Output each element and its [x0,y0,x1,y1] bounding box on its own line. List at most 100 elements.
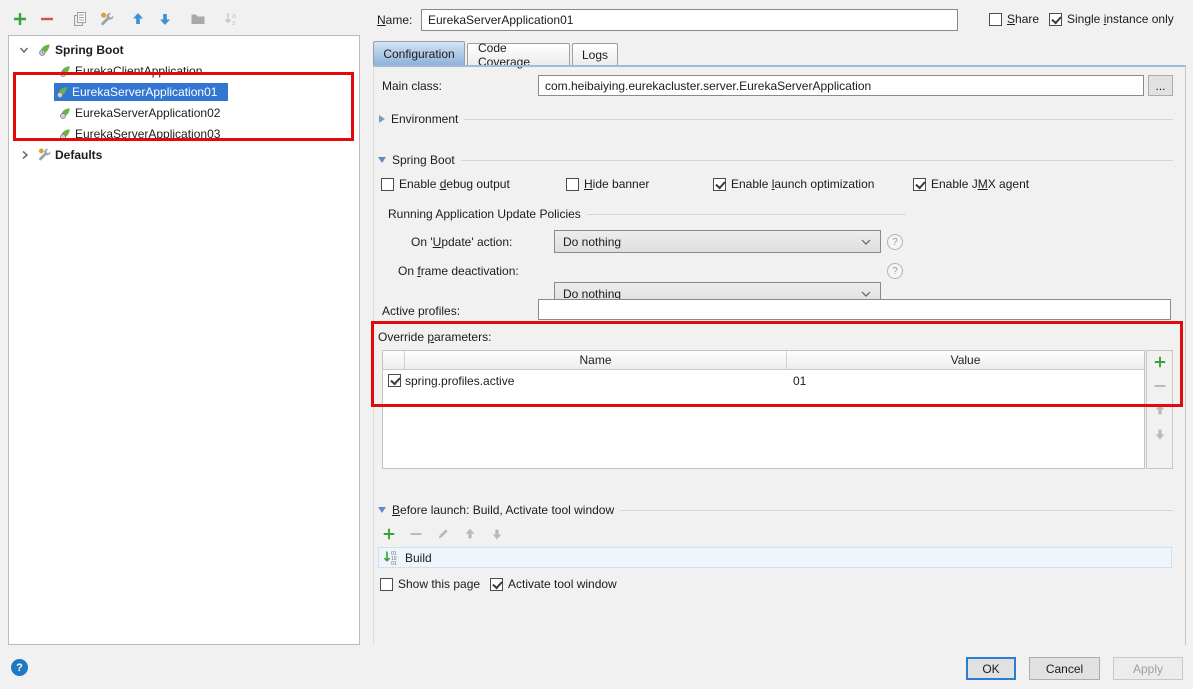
expanded-triangle-icon[interactable] [378,507,386,513]
share-checkbox-label: Share [1007,12,1039,26]
single-instance-checkbox[interactable]: Single instance only [1049,12,1174,26]
configurations-tree: Spring Boot EurekaClientApplication Eure… [8,35,360,645]
browse-main-class-button[interactable]: ... [1148,75,1173,96]
enable-launch-optimization-checkbox[interactable]: Enable launch optimization [713,177,874,191]
environment-section-header[interactable]: Environment [379,112,1173,126]
active-profiles-label: Active profiles: [382,304,460,318]
override-parameters-label: Override parameters: [378,330,491,344]
defaults-wrench-icon [37,147,52,162]
spring-boot-section-header[interactable]: Spring Boot [378,153,1173,167]
activate-tool-window-checkbox[interactable]: Activate tool window [490,577,617,591]
tree-node-label: EurekaServerApplication02 [72,106,223,120]
before-launch-label: Before launch: Build, Activate tool wind… [392,503,614,517]
move-task-up-icon[interactable] [463,527,477,541]
tab-label: Configuration [383,47,454,61]
chevron-expanded-icon[interactable] [19,45,29,55]
expanded-triangle-icon[interactable] [378,157,386,163]
move-parameter-up-icon[interactable] [1153,403,1167,417]
apply-button[interactable]: Apply [1113,657,1183,680]
help-button[interactable]: ? [11,659,28,676]
tree-node-eureka-server-03[interactable]: EurekaServerApplication03 [9,123,359,144]
name-input[interactable] [421,9,958,31]
single-instance-checkbox-label: Single instance only [1067,12,1174,26]
remove-icon[interactable] [39,11,55,27]
name-column-header[interactable]: Name [405,351,787,369]
environment-section-label: Environment [391,112,458,126]
divider [587,214,906,215]
before-launch-task-build[interactable]: 011001 Build [378,547,1172,568]
move-up-icon[interactable] [130,11,146,27]
param-name-cell[interactable]: spring.profiles.active [405,374,787,388]
tree-node-eureka-server-02[interactable]: EurekaServerApplication02 [9,102,359,123]
active-profiles-input[interactable] [538,299,1171,320]
add-icon[interactable] [12,11,28,27]
before-launch-section-header[interactable]: Before launch: Build, Activate tool wind… [378,503,1173,517]
ok-button[interactable]: OK [966,657,1016,680]
row-checkbox[interactable] [388,374,401,387]
tree-node-spring-boot[interactable]: Spring Boot [9,39,359,60]
help-icon[interactable]: ? [887,263,903,279]
tree-toolbar: az [12,11,239,27]
spring-boot-section-label: Spring Boot [392,153,455,167]
checkbox-label: Hide banner [584,177,649,191]
tree-node-eureka-server-01[interactable]: EurekaServerApplication01 [9,81,359,102]
chevron-down-icon [861,291,871,297]
checkbox-box[interactable] [713,178,726,191]
checkbox-box[interactable] [490,578,503,591]
tab-code-coverage[interactable]: Code Coverage [467,43,570,65]
override-parameters-table[interactable]: Name Value spring.profiles.active 01 [382,350,1145,469]
checkbox-box[interactable] [913,178,926,191]
checkbox-column-header [383,351,405,369]
share-checkbox-box[interactable] [989,13,1002,26]
selected-option: Do nothing [563,235,621,249]
checkbox-label: Enable debug output [399,177,510,191]
remove-parameter-icon[interactable] [1153,379,1167,393]
single-instance-checkbox-box[interactable] [1049,13,1062,26]
move-down-icon[interactable] [157,11,173,27]
tree-node-label: EurekaServerApplication01 [69,85,220,99]
cancel-button[interactable]: Cancel [1029,657,1100,680]
spring-boot-icon [58,106,72,120]
tree-node-label: Defaults [52,148,105,162]
enable-jmx-agent-checkbox[interactable]: Enable JMX agent [913,177,1029,191]
spring-boot-icon [37,42,52,57]
collapsed-triangle-icon[interactable] [379,115,385,123]
param-value-cell[interactable]: 01 [787,374,1144,388]
on-update-action-select[interactable]: Do nothing [554,230,881,253]
edit-task-pencil-icon[interactable] [436,527,450,541]
sort-alphabetically-icon[interactable]: az [223,11,239,27]
add-parameter-icon[interactable] [1153,355,1167,369]
spring-boot-icon [58,127,72,141]
remove-task-icon[interactable] [409,527,423,541]
main-class-input[interactable] [538,75,1144,96]
tab-bar: Configuration Code Coverage Logs [373,43,1185,65]
show-this-page-checkbox[interactable]: Show this page [380,577,480,591]
checkbox-box[interactable] [380,578,393,591]
chevron-collapsed-icon[interactable] [20,150,30,160]
tree-node-label: Spring Boot [52,43,127,57]
apply-label: Apply [1133,662,1163,676]
enable-debug-output-checkbox[interactable]: Enable debug output [381,177,510,191]
move-task-down-icon[interactable] [490,527,504,541]
ok-label: OK [982,662,999,676]
tab-logs[interactable]: Logs [572,43,618,65]
add-task-icon[interactable] [382,527,396,541]
checkbox-box[interactable] [566,178,579,191]
share-checkbox[interactable]: Share [989,12,1039,26]
checkbox-label: Enable JMX agent [931,177,1029,191]
tree-node-eureka-client[interactable]: EurekaClientApplication [9,60,359,81]
value-column-header[interactable]: Value [787,351,1144,369]
help-icon[interactable]: ? [887,234,903,250]
hide-banner-checkbox[interactable]: Hide banner [566,177,649,191]
tree-node-defaults[interactable]: Defaults [9,144,359,165]
selected-highlight: EurekaServerApplication01 [54,83,228,101]
move-parameter-down-icon[interactable] [1153,427,1167,441]
copy-icon[interactable] [72,11,88,27]
table-row[interactable]: spring.profiles.active 01 [383,370,1144,391]
edit-defaults-wrench-icon[interactable] [99,11,115,27]
on-frame-deactivation-label: On frame deactivation: [398,264,519,278]
checkbox-box[interactable] [381,178,394,191]
folder-icon[interactable] [190,11,206,27]
on-update-action-label: On 'Update' action: [411,235,512,249]
tab-configuration[interactable]: Configuration [373,41,465,65]
